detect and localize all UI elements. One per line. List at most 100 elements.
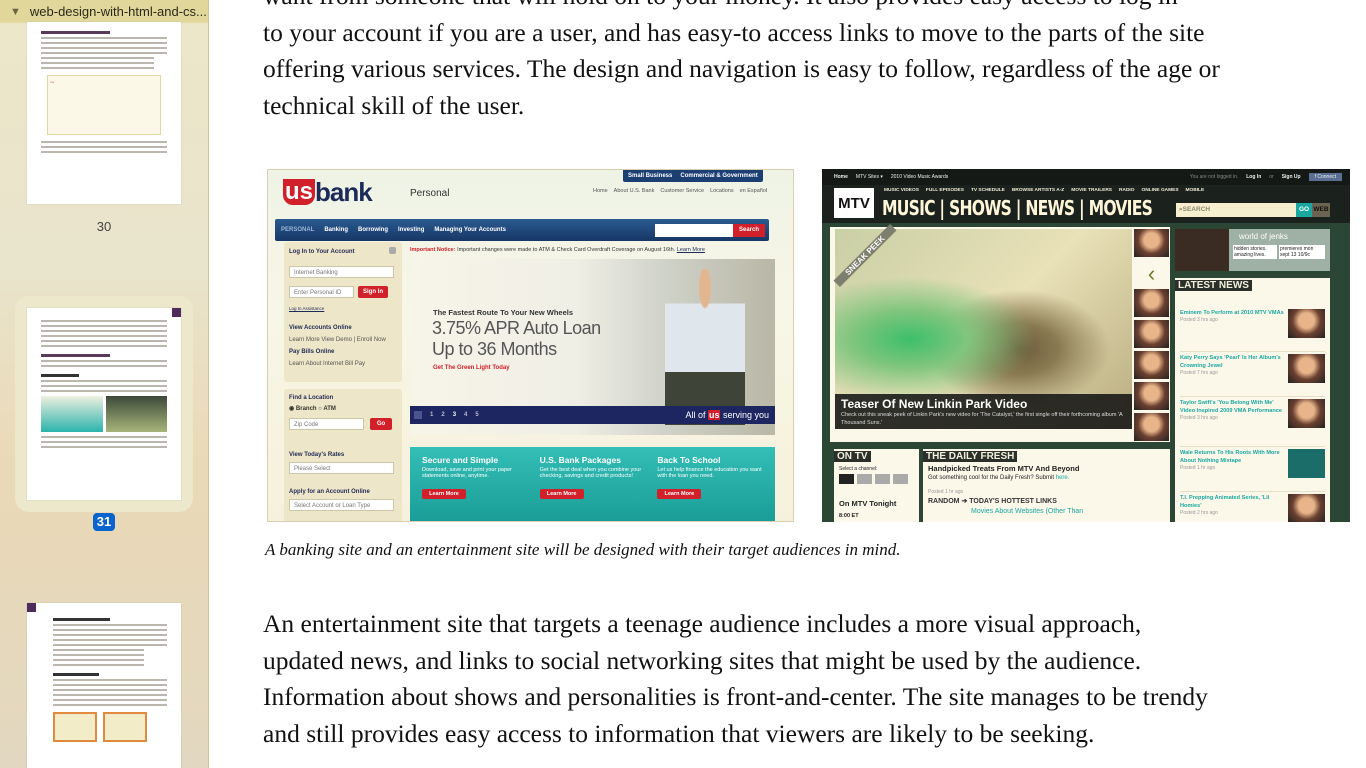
nav-item[interactable]: FULL EPISODES — [926, 188, 964, 193]
arrow-left-icon[interactable]: ‹ — [1134, 261, 1169, 287]
channel-icons[interactable] — [839, 474, 908, 484]
daily-fresh-panel: THE DAILY FRESH Handpicked Treats From M… — [923, 449, 1170, 522]
page-thumbnail-30[interactable]: ~ — [27, 22, 181, 204]
fresh-item-link[interactable]: Movies About Websites (Other Than — [971, 508, 1083, 515]
link-vma[interactable]: 2010 Video Music Awards — [891, 174, 948, 180]
personal-id-input[interactable]: Enter Personal ID — [289, 286, 354, 298]
page-thumbnail-32[interactable] — [27, 603, 181, 768]
pager-3[interactable]: 3 — [453, 412, 456, 418]
page-thumbnail-31[interactable] — [27, 308, 181, 500]
pause-icon[interactable] — [414, 411, 422, 419]
top-links: Home About U.S. Bank Customer Service Locat… — [593, 188, 767, 194]
bill-pay-link[interactable]: Learn About Internet Bill Pay — [289, 361, 365, 367]
pager-4[interactable]: 4 — [464, 412, 467, 418]
mtv-sites-menu[interactable]: MTV Sites ▾ — [856, 174, 883, 180]
login-link[interactable]: Log In — [1246, 174, 1261, 180]
thumb-image[interactable] — [1134, 413, 1169, 441]
nav-personal[interactable]: PERSONAL — [281, 227, 314, 233]
view-accounts-links[interactable]: Learn More View Demo | Enroll Now — [289, 337, 386, 343]
hero-banner: The Fastest Route To Your New Wheels 3.7… — [410, 259, 775, 435]
view-accounts-title: View Accounts Online — [289, 325, 352, 331]
login-assistance-link[interactable]: Log In Assistance — [289, 306, 324, 311]
nav-item[interactable]: TV SCHEDULE — [971, 188, 1005, 193]
mtv-main-nav[interactable]: MUSIC | SHOWS | NEWS | MOVIES — [882, 196, 1153, 220]
search-input[interactable]: ⌕SEARCH — [1176, 203, 1296, 217]
hero-headline-2: Up to 36 Months — [432, 339, 557, 359]
go-button[interactable]: Go — [370, 418, 392, 430]
thumbnail-sidebar[interactable]: ▼ web-design-with-html-and-cs... ~ 30 31 — [0, 0, 209, 768]
link-locations[interactable]: Locations — [710, 188, 734, 194]
document-header[interactable]: ▼ web-design-with-html-and-cs... — [0, 0, 208, 23]
lock-icon — [389, 247, 396, 254]
facebook-connect-button[interactable]: f Connect — [1308, 173, 1342, 181]
link-about[interactable]: About U.S. Bank — [614, 188, 655, 194]
link-home[interactable]: Home — [593, 188, 608, 194]
search-button[interactable]: Search — [733, 223, 765, 237]
thumb-image[interactable] — [1134, 351, 1169, 379]
pager-1[interactable]: 1 — [430, 412, 433, 418]
tab-commercial[interactable]: Commercial & Government — [680, 173, 757, 179]
link-customer-service[interactable]: Customer Service — [660, 188, 704, 194]
promo-card: U.S. Bank Packages Get the best deal when… — [539, 455, 642, 499]
login-title: Log In to Your Account — [289, 249, 355, 255]
web-button[interactable]: WEB — [1312, 203, 1330, 217]
page-label-31: 31 — [93, 513, 115, 531]
pager-5[interactable]: 5 — [475, 412, 478, 418]
zip-code-input[interactable]: Zip Code — [289, 418, 364, 430]
news-item[interactable]: Taylor Swift's 'You Belong With Me' Vide… — [1180, 399, 1325, 447]
figure-caption: A banking site and an entertainment site… — [265, 540, 901, 559]
nav-item[interactable]: ONLINE GAMES — [1141, 188, 1178, 193]
tab-small-business[interactable]: Small Business — [628, 173, 672, 179]
news-item[interactable]: Katy Perry Says 'Pearl' Is Her Album's C… — [1180, 354, 1325, 397]
search-input[interactable] — [655, 223, 733, 237]
thumb-image[interactable] — [1134, 289, 1169, 317]
nav-managing[interactable]: Managing Your Accounts — [434, 227, 506, 233]
important-notice: Important Notice: Important changes were… — [410, 247, 705, 253]
news-item[interactable]: T.I. Prepping Animated Series, 'Lil Homi… — [1180, 494, 1325, 522]
nav-banking[interactable]: Banking — [324, 227, 348, 233]
channel-select-label: Select a channel: — [839, 466, 878, 472]
nav-item[interactable]: BROWSE ARTISTS A-Z — [1012, 188, 1064, 193]
nav-item[interactable]: MUSIC VIDEOS — [884, 188, 919, 193]
on-tv-panel: ON TV Select a channel: On MTV Tonight 8… — [834, 449, 919, 522]
promo-card: Secure and Simple Download, save and prin… — [422, 455, 512, 499]
hero-title[interactable]: Teaser Of New Linkin Park Video — [841, 397, 1126, 411]
submit-here-link[interactable]: here. — [1056, 475, 1070, 481]
promo-card: Back To School Let us help finance the ed… — [657, 455, 762, 499]
thumb-image[interactable] — [1134, 382, 1169, 410]
learn-more-button[interactable]: Learn More — [422, 489, 466, 499]
text-line: to your account if you are a user, and h… — [263, 17, 1205, 47]
location-type-radios[interactable]: ◉ Branch ○ ATM — [289, 405, 336, 412]
learn-more-button[interactable]: Learn More — [539, 489, 584, 499]
mtv-topbar: Home MTV Sites ▾ 2010 Video Music Awards Y… — [822, 169, 1350, 185]
nav-investing[interactable]: Investing — [398, 227, 424, 233]
notice-learn-more-link[interactable]: Learn More — [677, 247, 705, 253]
link-home[interactable]: Home — [834, 174, 848, 180]
news-item[interactable]: Wale Returns To His Roots With More Abou… — [1180, 449, 1325, 492]
hero-cta-link[interactable]: Get The Green Light Today — [433, 365, 510, 371]
mtv-logo: MTV — [834, 188, 874, 218]
thumb-image[interactable] — [1134, 320, 1169, 348]
link-espanol[interactable]: en Español — [740, 188, 768, 194]
nav-item[interactable]: MOVIE TRAILERS — [1071, 188, 1112, 193]
rates-select[interactable]: Please Select — [289, 462, 394, 474]
nav-borrowing[interactable]: Borrowing — [358, 227, 388, 233]
learn-more-button[interactable]: Learn More — [657, 489, 702, 499]
nav-item[interactable]: RADIO — [1119, 188, 1134, 193]
pager-2[interactable]: 2 — [441, 412, 444, 418]
thumb-image[interactable] — [1134, 229, 1169, 257]
thumbnail-logo: ~ — [50, 78, 55, 87]
mtv-search: ⌕SEARCH GO WEB — [1176, 203, 1330, 217]
world-of-jenks-promo[interactable]: world of jenks hidden stories. amazing l… — [1175, 229, 1330, 271]
sign-in-button[interactable]: Sign In — [358, 286, 388, 298]
news-item[interactable]: Eminem To Perform at 2010 MTV VMAs Posted… — [1180, 309, 1325, 352]
news-list: Eminem To Perform at 2010 MTV VMAs Posted… — [1180, 309, 1325, 522]
promo-strip: Secure and Simple Download, save and prin… — [410, 447, 775, 521]
mtv-subnav: MUSIC VIDEOS FULL EPISODES TV SCHEDULE BROW… — [884, 188, 1204, 193]
disclosure-triangle-icon[interactable]: ▼ — [10, 6, 21, 18]
apply-select[interactable]: Select Account or Loan Type — [289, 499, 394, 511]
go-button[interactable]: GO — [1296, 203, 1312, 217]
nav-item[interactable]: MOBILE — [1186, 188, 1205, 193]
signup-link[interactable]: Sign Up — [1282, 174, 1301, 180]
login-type-select[interactable]: Internet Banking — [289, 266, 394, 278]
